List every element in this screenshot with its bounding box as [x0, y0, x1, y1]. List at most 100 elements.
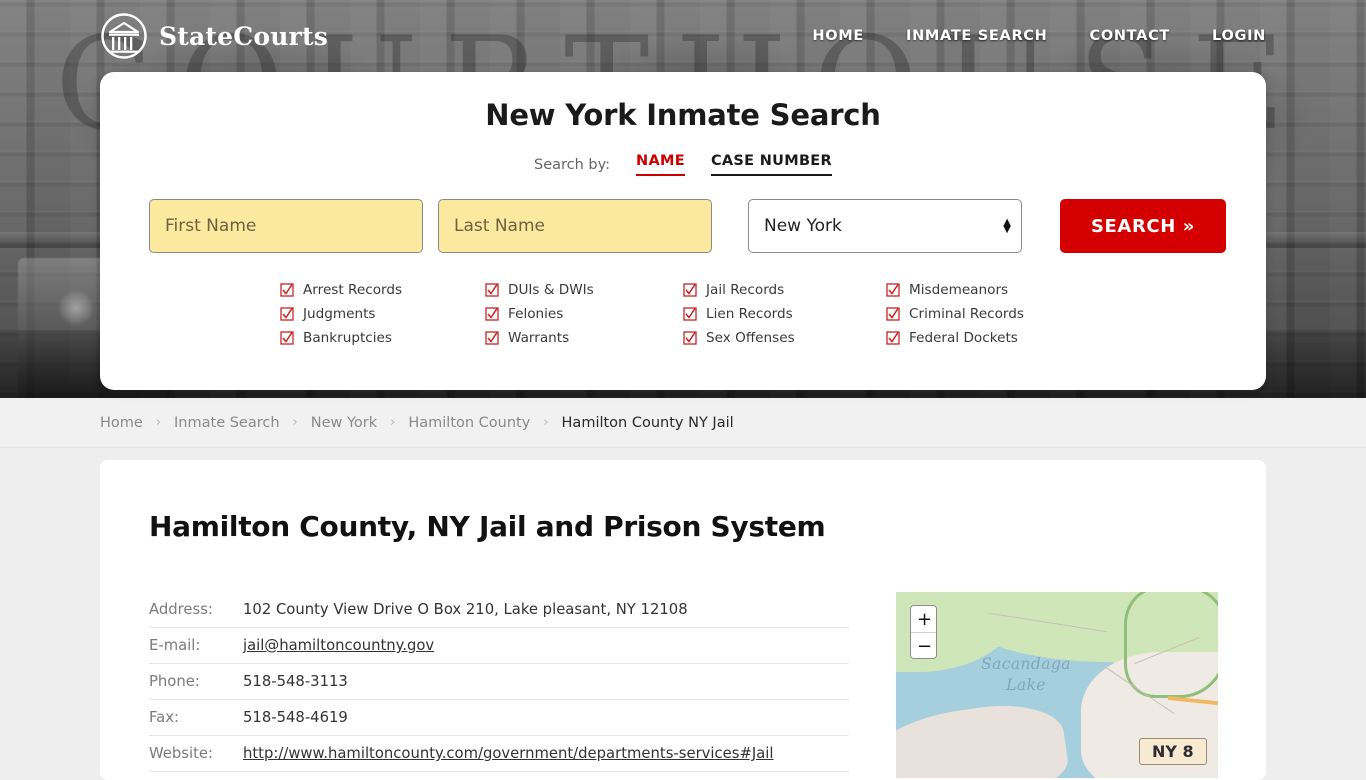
chevron-right-icon: › [292, 415, 298, 430]
record-type-item[interactable]: Judgments [280, 304, 485, 323]
record-type-label: Bankruptcies [303, 329, 393, 346]
map-zoom-in-button[interactable]: + [911, 606, 936, 632]
inmate-search-card: New York Inmate Search Search by: NAME C… [100, 72, 1266, 390]
checkbox-checked-icon [683, 330, 697, 345]
tab-name[interactable]: NAME [636, 153, 685, 176]
record-type-label: Sex Offenses [706, 329, 795, 346]
chevron-right-icon: › [543, 415, 549, 430]
checkbox-checked-icon [683, 306, 697, 321]
state-select-wrapper: New York ▲ ▼ [748, 199, 1022, 253]
first-name-input[interactable] [149, 199, 423, 253]
table-row: Phone: 518-548-3113 [149, 663, 849, 700]
record-type-label: Felonies [508, 305, 564, 322]
tab-case-number[interactable]: CASE NUMBER [710, 153, 832, 176]
map-park-boundary [1124, 592, 1218, 698]
record-type-label: Jail Records [706, 281, 785, 298]
table-row: Address: 102 County View Drive O Box 210… [149, 592, 849, 628]
breadcrumb-item-inmate-search[interactable]: Inmate Search [174, 415, 280, 431]
facility-details-table: Address: 102 County View Drive O Box 210… [149, 592, 849, 772]
website-link[interactable]: http://www.hamiltoncounty.com/government… [243, 745, 774, 762]
checkbox-checked-icon [485, 330, 499, 345]
record-type-label: Federal Dockets [909, 329, 1018, 346]
map-lake-label-line2: Lake [1006, 675, 1046, 694]
checkbox-checked-icon [886, 282, 900, 297]
breadcrumb-item-home[interactable]: Home [100, 415, 143, 431]
search-title: New York Inmate Search [485, 98, 881, 132]
detail-value-fax: 518-548-4619 [243, 699, 849, 736]
record-type-label: Warrants [508, 329, 570, 346]
search-by-label: Search by: [534, 156, 611, 173]
record-type-item[interactable]: Misdemeanors [886, 280, 1266, 299]
breadcrumb-bar: Home › Inmate Search › New York › Hamilt… [0, 398, 1366, 448]
table-row: E-mail: jail@hamiltoncountny.gov [149, 627, 849, 664]
state-select[interactable]: New York [748, 199, 1022, 253]
detail-key: Phone: [149, 663, 243, 700]
checkbox-checked-icon [280, 330, 294, 345]
record-type-item[interactable]: Jail Records [683, 280, 886, 299]
checkbox-checked-icon [280, 282, 294, 297]
checkbox-checked-icon [683, 282, 697, 297]
map-lake-label: Sacandaga Lake [936, 654, 1116, 696]
record-type-item[interactable]: Lien Records [683, 304, 886, 323]
record-type-item[interactable]: Bankruptcies [280, 328, 485, 347]
table-row: Website: http://www.hamiltoncounty.com/g… [149, 735, 849, 772]
record-types-grid: Arrest Records DUIs & DWIs Jail Records … [280, 280, 1266, 347]
checkbox-checked-icon [886, 306, 900, 321]
record-type-item[interactable]: Warrants [485, 328, 683, 347]
location-map[interactable]: Sacandaga Lake NY 8 + − [896, 592, 1218, 778]
double-chevron-right-icon: » [1182, 215, 1196, 237]
chevron-right-icon: › [155, 415, 162, 430]
breadcrumb-item-new-york[interactable]: New York [311, 415, 377, 431]
detail-value-address: 102 County View Drive O Box 210, Lake pl… [243, 592, 849, 628]
checkbox-checked-icon [886, 330, 900, 345]
detail-value-phone: 518-548-3113 [243, 663, 849, 700]
email-link[interactable]: jail@hamiltoncountny.gov [243, 637, 434, 654]
detail-key: E-mail: [149, 627, 243, 664]
record-type-label: Judgments [303, 305, 376, 322]
record-type-item[interactable]: DUIs & DWIs [485, 280, 683, 299]
record-type-label: Misdemeanors [909, 281, 1009, 298]
breadcrumb: Home › Inmate Search › New York › Hamilt… [100, 415, 734, 431]
courthouse-circle-logo-icon [101, 13, 147, 59]
search-button[interactable]: SEARCH » [1060, 199, 1226, 253]
map-highway-road [1160, 695, 1218, 778]
search-by-row: Search by: NAME CASE NUMBER [100, 153, 1266, 176]
record-type-item[interactable]: Arrest Records [280, 280, 485, 299]
nav-item-contact[interactable]: CONTACT [1089, 28, 1170, 44]
chevron-right-icon: › [390, 415, 396, 430]
search-button-label: SEARCH [1090, 215, 1176, 237]
map-highway-shield: NY 8 [1139, 738, 1207, 765]
detail-value-website: http://www.hamiltoncounty.com/government… [243, 735, 849, 772]
checkbox-checked-icon [485, 282, 499, 297]
detail-value-email: jail@hamiltoncountny.gov [243, 627, 849, 664]
breadcrumb-item-current: Hamilton County NY Jail [561, 414, 734, 431]
record-type-item[interactable]: Criminal Records [886, 304, 1266, 323]
top-navigation-bar: StateCourts HOME INMATE SEARCH CONTACT L… [0, 0, 1366, 72]
facility-content-card: Hamilton County, NY Jail and Prison Syst… [100, 460, 1266, 780]
map-zoom-controls: + − [910, 605, 937, 659]
brand[interactable]: StateCourts [100, 12, 328, 60]
checkbox-checked-icon [485, 306, 499, 321]
detail-key: Fax: [149, 699, 243, 736]
record-type-label: Criminal Records [909, 305, 1024, 322]
last-name-input[interactable] [438, 199, 712, 253]
record-type-label: Arrest Records [303, 281, 403, 298]
checkbox-checked-icon [280, 306, 294, 321]
map-lake-label-line1: Sacandaga [981, 655, 1071, 673]
nav-item-login[interactable]: LOGIN [1212, 28, 1266, 44]
brand-name: StateCourts [159, 21, 328, 51]
detail-key: Address: [149, 592, 243, 628]
map-zoom-out-button[interactable]: − [911, 632, 936, 658]
record-type-label: DUIs & DWIs [508, 281, 594, 298]
record-type-item[interactable]: Sex Offenses [683, 328, 886, 347]
record-type-item[interactable]: Felonies [485, 304, 683, 323]
breadcrumb-item-hamilton-county[interactable]: Hamilton County [408, 415, 530, 431]
nav-item-inmate-search[interactable]: INMATE SEARCH [906, 28, 1048, 44]
nav-item-home[interactable]: HOME [812, 28, 864, 44]
page-title: Hamilton County, NY Jail and Prison Syst… [149, 510, 826, 543]
search-fields-row: New York ▲▼ SEARCH » [149, 199, 1266, 253]
detail-key: Website: [149, 735, 243, 772]
record-type-label: Lien Records [706, 305, 793, 322]
table-row: Fax: 518-548-4619 [149, 699, 849, 736]
record-type-item[interactable]: Federal Dockets [886, 328, 1266, 347]
